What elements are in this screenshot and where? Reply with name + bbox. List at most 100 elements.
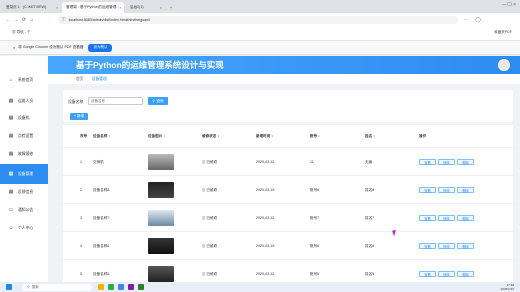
table-row[interactable]: 2 设备名称8 ◫ 已维修 2020-03-15 账号8 姓名8 查看 修改 删除 [63,176,513,204]
status-text: 已维修 [206,188,218,192]
cell-account: 11 [310,160,314,164]
breadcrumb-home[interactable]: 首页 [76,77,84,82]
edit-button[interactable]: 修改 [438,215,455,221]
sidebar-item[interactable]: ▦ 反馈信息 [0,182,48,202]
grid-icon: ▦ [8,189,14,195]
cell-person: 姓名7 [365,216,375,220]
sidebar-item[interactable]: ▦ 故障报修 [0,144,48,164]
sidebar-item-label: 故障报修 [18,151,34,156]
bookmark-label: 导航 - 个 [16,30,31,34]
profile-icon[interactable]: ◯ [474,16,482,24]
search-input[interactable] [88,97,143,105]
column-header[interactable]: 姓名 ↕ [365,134,375,139]
edit-button[interactable]: 修改 [438,243,455,249]
delete-button[interactable]: 删除 [457,271,474,277]
sidebar-item-label: 运维人员 [18,98,34,103]
status-text: 已维修 [206,160,218,164]
table-row[interactable]: 3 设备名称7 ◫ 已维修 2020-03-15 账号7 姓名7 查看 修改 删除 [63,204,513,232]
clock[interactable]: 17:48 2025/1/10 [501,283,514,291]
search-button[interactable]: ⚲ 查询 [148,97,168,105]
add-button[interactable]: + 新增 [70,113,88,120]
search-label: 设备名称 [68,100,84,104]
grid-icon: ▦ [8,133,14,139]
cell-index: 4 [80,244,82,248]
page-title: 基于Python的运维管理系统设计与实现 [76,60,224,70]
url-field[interactable]: ⓘ localhost:8080/admin/dist/index.html#/s… [58,15,458,24]
column-header[interactable]: 设备图片 ↕ [148,134,165,139]
sidebar-item[interactable]: ▭ 通知公告 [0,200,48,220]
view-button[interactable]: 查看 [419,215,436,221]
column-header[interactable]: 操作 [419,134,426,139]
sidebar-item-label: 个人中心 [18,225,34,230]
close-icon[interactable]: × [56,6,58,10]
windows-start-icon[interactable] [6,284,12,290]
bookmark-item[interactable]: ▦ 导航 - 个 [12,30,31,35]
table-row[interactable]: 1 交换机 ◫ 已维修 2020-03-15 11 无痕 查看 修改 删除 [63,148,513,176]
cell-time: 2020-03-15 [256,272,275,276]
device-image [148,266,174,282]
plus-icon: + [170,5,173,10]
view-button[interactable]: 查看 [419,159,436,165]
folder-icon[interactable] [98,284,104,290]
sidebar-item[interactable]: ▦ 点检设置 [0,126,48,146]
taskbar-search[interactable]: ⚲ 搜索 [22,283,92,291]
url-text: localhost:8080/admin/dist/index.html#/sh… [68,17,150,22]
chrome-icon[interactable] [108,284,114,290]
tab-label: 登录页 1 · (C:\KETVIEW) [6,5,47,9]
bookmarks-bar: ▦ 导航 - 个 收藏夹PDF [0,26,520,41]
browser-tab-3[interactable]: 后台2(1) × [126,2,166,13]
sidebar-item-label: 设备管理 [18,171,34,176]
sidebar-item-label: 点检设置 [18,133,34,138]
avatar[interactable] [498,59,510,71]
column-header[interactable]: 维修状态 ↕ [202,134,219,139]
browser-tab-1[interactable]: 登录页 1 · (C:\KETVIEW) × [2,2,62,13]
close-icon[interactable]: × [119,6,121,10]
close-icon[interactable]: × [160,6,162,10]
taskbar-search-label: 搜索 [31,284,39,289]
column-header[interactable]: 账号 ↕ [310,134,320,139]
bookmark-right[interactable]: 收藏夹PDF [494,30,512,35]
column-header[interactable]: 序号 [80,134,87,139]
extensions-icon[interactable]: ⋯ [462,16,470,24]
breadcrumb: 首页 设备管理 [48,74,520,84]
browser-tab-2[interactable]: 管理端 - 基于Python的运维管理... × [62,2,124,13]
view-button[interactable]: 查看 [419,243,436,249]
set-default-button[interactable]: 设为默认 [88,43,113,52]
search-button-label: 查询 [156,98,164,103]
new-tab-button[interactable]: + [168,2,178,13]
cell-status: ◫ 已维修 [202,160,217,165]
delete-button[interactable]: 删除 [457,187,474,193]
delete-button[interactable]: 删除 [457,215,474,221]
column-header[interactable]: 新增时间 ↕ [256,134,273,139]
terminal-icon[interactable] [138,284,144,290]
edit-button[interactable]: 修改 [438,187,455,193]
cell-index: 3 [80,216,82,220]
view-button[interactable]: 查看 [419,187,436,193]
sidebar-item[interactable]: ▦ 设备机 [0,108,48,128]
column-header[interactable]: 设备名称 ↕ [93,134,110,139]
search-icon: ⚲ [152,99,155,103]
edit-button[interactable]: 修改 [438,271,455,277]
device-image [148,154,174,170]
cell-account: 账号5 [310,272,320,276]
home-icon[interactable]: ⌂ [28,16,36,24]
back-icon[interactable]: ← [4,16,12,24]
edit-button[interactable]: 修改 [438,159,455,165]
table-row[interactable]: 4 设备名称6 ◫ 已维修 2020-03-15 账号6 姓名6 查看 修改 删除 [63,232,513,260]
reload-icon[interactable]: ⟳ [20,16,28,24]
home-icon: ⌂ [9,77,13,83]
sidebar: ⌂ 系统首页 ▦ 运维人员 ▦ 设备机 ▦ 点检设置 ▦ 故障报修 ▦ 设备管理 ▦ 反馈信息 ▭ 通知公告 ☺… [0,56,48,282]
sidebar-item[interactable]: ▦ 设备管理 [0,164,48,184]
cell-index: 2 [80,188,82,192]
sidebar-item[interactable]: ⌂ 系统首页 [0,70,48,90]
ide-icon[interactable] [128,284,134,290]
window-controls[interactable]: ─ ☐ × [502,2,516,8]
view-button[interactable]: 查看 [419,271,436,277]
device-table: 序号 设备名称 ↕ 设备图片 ↕ 维修状态 ↕ 新增时间 ↕ 账号 ↕ 姓名 ↕ 操作 1 交换… [63,125,513,292]
delete-button[interactable]: 删除 [457,243,474,249]
device-image [148,182,174,198]
edge-icon[interactable] [118,284,124,290]
forward-icon[interactable]: → [12,16,20,24]
sidebar-item[interactable]: ☺ 个人中心 [0,218,48,238]
delete-button[interactable]: 删除 [457,159,474,165]
